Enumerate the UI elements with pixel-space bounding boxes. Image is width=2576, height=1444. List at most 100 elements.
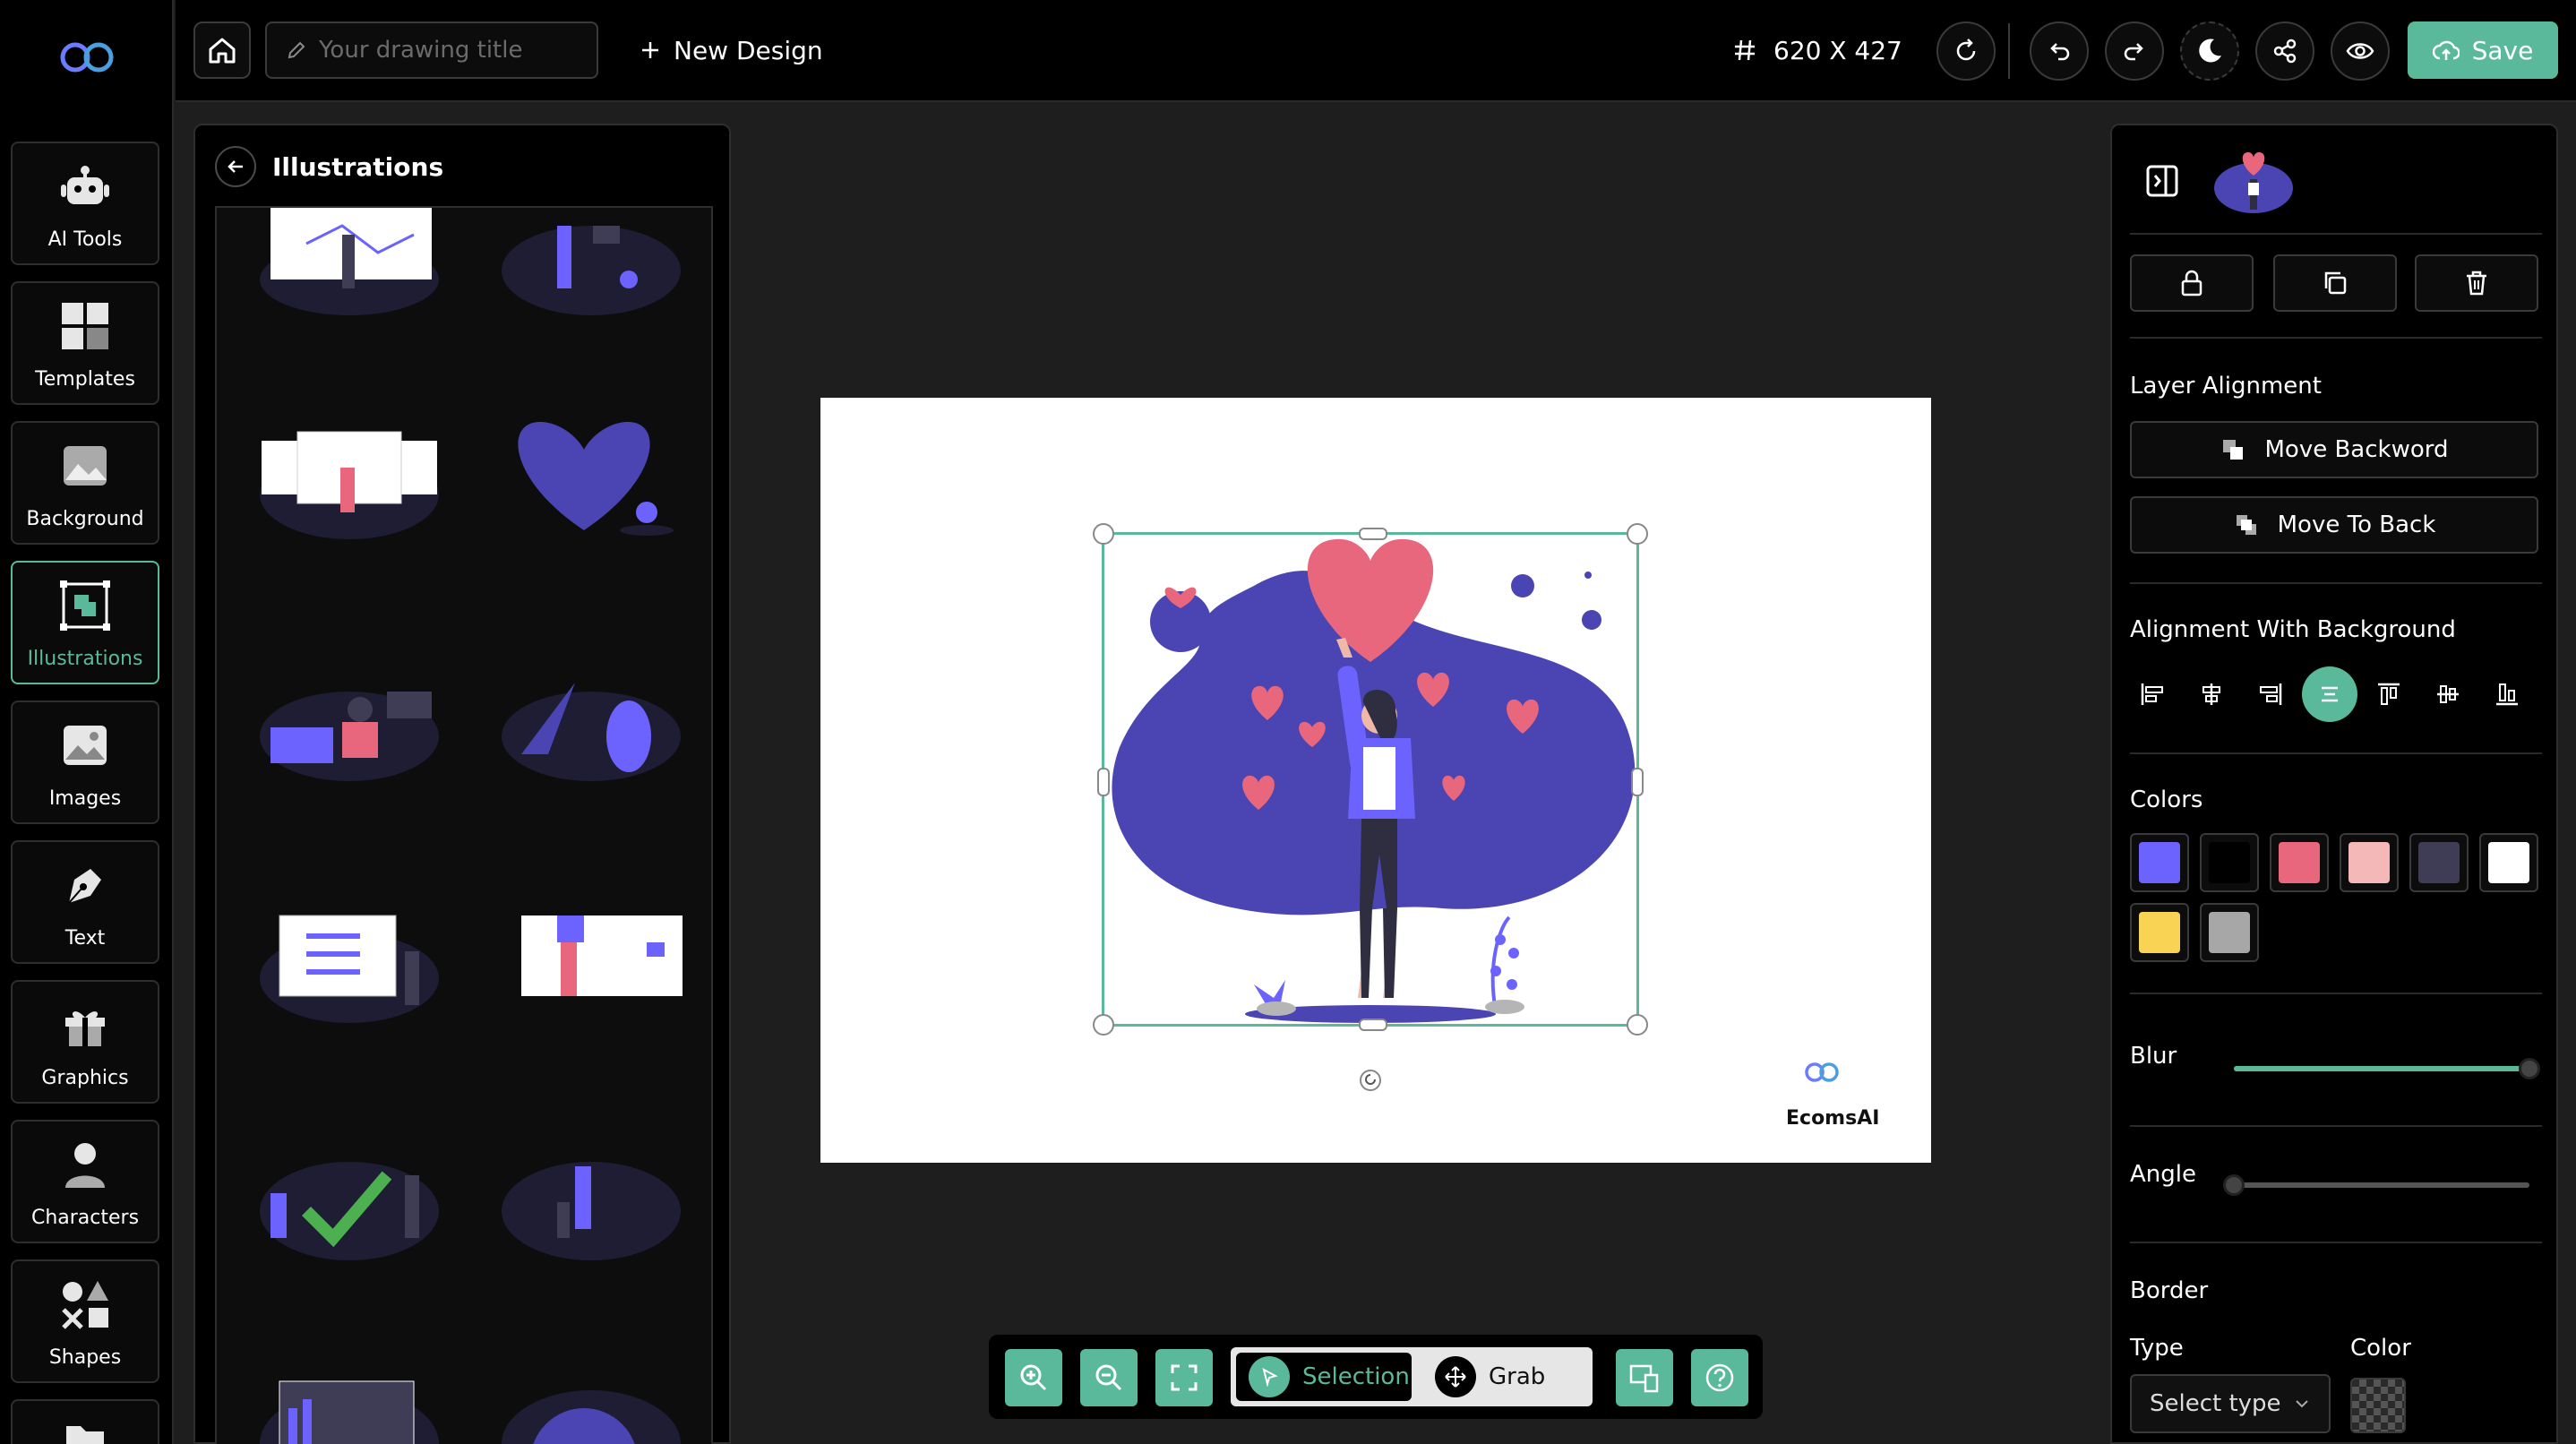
moon-icon <box>2199 39 2221 63</box>
selection-box[interactable] <box>1093 523 1648 1036</box>
resize-handle-top-left[interactable] <box>1093 523 1114 545</box>
color-swatch[interactable] <box>2200 833 2259 892</box>
color-swatch[interactable] <box>2130 903 2189 962</box>
resize-handle-top[interactable] <box>1359 528 1387 540</box>
collapse-panel-button[interactable] <box>2144 163 2180 199</box>
color-swatch[interactable] <box>2130 833 2189 892</box>
illustration-thumb-remote-work[interactable] <box>253 656 446 781</box>
save-label: Save <box>2471 35 2534 65</box>
panel-title: Illustrations <box>272 151 444 182</box>
sidebar-item-label: Images <box>48 787 122 810</box>
align-center-icon <box>2202 683 2220 705</box>
divider <box>2130 1125 2542 1127</box>
lock-layer-button[interactable] <box>2130 254 2254 312</box>
sidebar-item-characters[interactable]: Characters <box>11 1120 159 1243</box>
angle-slider-knob[interactable] <box>2223 1174 2245 1196</box>
new-design-button[interactable]: New Design <box>640 27 823 73</box>
layer-alignment-heading: Layer Alignment <box>2130 373 2322 400</box>
sidebar-item-more[interactable] <box>11 1399 159 1444</box>
illustration-thumb-checklist[interactable] <box>253 898 446 1023</box>
save-button[interactable]: Save <box>2408 21 2558 79</box>
illustration-thumb-sad-face[interactable] <box>494 1363 688 1444</box>
sidebar-item-label: Characters <box>30 1207 140 1229</box>
sidebar-item-illustrations[interactable]: Illustrations <box>11 561 159 684</box>
color-swatch[interactable] <box>2270 833 2329 892</box>
color-swatch[interactable] <box>2340 833 2399 892</box>
border-color-picker[interactable] <box>2350 1378 2406 1433</box>
resize-handle-bottom[interactable] <box>1359 1019 1387 1031</box>
illustration-thumb-skateboard[interactable] <box>494 1139 688 1265</box>
sidebar-item-label: Templates <box>35 368 135 391</box>
back-button[interactable] <box>215 146 256 187</box>
align-center-button[interactable] <box>2302 666 2357 722</box>
grab-label: Grab <box>1489 1363 1546 1390</box>
align-left-button[interactable] <box>2125 666 2180 722</box>
illustration-thumb-approved[interactable] <box>253 1139 446 1265</box>
align-top-icon <box>2378 683 2400 705</box>
align-top-button[interactable] <box>2361 666 2417 722</box>
drawing-title-input[interactable] <box>319 37 588 64</box>
selection-mode-button[interactable]: Selection <box>1236 1353 1412 1401</box>
align-right-button[interactable] <box>2243 666 2298 722</box>
illustrations-panel-header: Illustrations <box>215 145 443 188</box>
design-canvas[interactable]: EcomsAI <box>820 398 1931 1163</box>
angle-slider[interactable] <box>2223 1174 2529 1196</box>
fit-screen-button[interactable] <box>1155 1349 1213 1406</box>
color-swatch[interactable] <box>2409 833 2469 892</box>
blur-label: Blur <box>2130 1043 2177 1070</box>
color-swatch[interactable] <box>2479 833 2538 892</box>
resize-handle-top-right[interactable] <box>1627 523 1648 545</box>
sidebar-item-text[interactable]: Text <box>11 840 159 964</box>
move-to-back-button[interactable]: Move To Back <box>2130 496 2538 554</box>
sidebar-item-ai-tools[interactable]: AI Tools <box>11 142 159 265</box>
zoom-out-button[interactable] <box>1080 1349 1138 1406</box>
zoom-in-button[interactable] <box>1005 1349 1062 1406</box>
app-root: AI Tools Templates Background Illustrati… <box>0 0 2576 1444</box>
canvas-size-button[interactable]: 620 X 427 <box>1732 27 1902 73</box>
preview-button[interactable] <box>2331 21 2390 81</box>
color-swatch-fill <box>2139 912 2180 953</box>
resize-handle-bottom-right[interactable] <box>1627 1014 1648 1036</box>
illustration-thumb-analytics[interactable] <box>253 1363 446 1444</box>
illustration-thumb-heart-garden[interactable] <box>494 414 688 539</box>
border-type-select[interactable]: Select type <box>2130 1374 2331 1433</box>
illustration-thumb-shop[interactable] <box>494 898 688 1023</box>
align-bottom-button[interactable] <box>2479 666 2535 722</box>
undo-button[interactable] <box>2030 21 2089 81</box>
illustration-thumb-rocket[interactable] <box>494 656 688 781</box>
top-bar: New Design 620 X 427 <box>176 0 2576 102</box>
align-center-horizontal-button[interactable] <box>2184 666 2239 722</box>
robot-icon <box>61 166 109 204</box>
sidebar-item-templates[interactable]: Templates <box>11 281 159 405</box>
sidebar-item-graphics[interactable]: Graphics <box>11 980 159 1104</box>
blur-slider[interactable] <box>2234 1058 2540 1079</box>
resize-handle-bottom-left[interactable] <box>1093 1014 1114 1036</box>
dark-mode-toggle[interactable] <box>2180 21 2239 81</box>
rotate-handle-icon[interactable] <box>1358 1068 1383 1093</box>
responsive-preview-button[interactable] <box>1616 1349 1673 1406</box>
align-middle-vertical-button[interactable] <box>2420 666 2476 722</box>
help-button[interactable] <box>1691 1349 1748 1406</box>
sidebar-item-shapes[interactable]: Shapes <box>11 1259 159 1383</box>
delete-layer-button[interactable] <box>2415 254 2538 312</box>
sidebar-item-background[interactable]: Background <box>11 421 159 545</box>
move-backward-button[interactable]: Move Backword <box>2130 421 2538 478</box>
duplicate-layer-button[interactable] <box>2273 254 2397 312</box>
reset-button[interactable] <box>1936 21 1996 81</box>
illustration-thumb-filming[interactable] <box>494 206 688 315</box>
share-button[interactable] <box>2255 21 2314 81</box>
sidebar-item-images[interactable]: Images <box>11 701 159 824</box>
color-swatch[interactable] <box>2200 903 2259 962</box>
redo-button[interactable] <box>2105 21 2164 81</box>
illustrations-grid[interactable] <box>215 206 713 1444</box>
ecomsai-logo-icon[interactable] <box>56 38 118 77</box>
home-button[interactable] <box>193 21 251 79</box>
toolbar-divider <box>2008 23 2010 79</box>
illustration-thumb-presentation[interactable] <box>253 206 446 315</box>
illustration-thumb-dashboard[interactable] <box>253 414 446 539</box>
resize-handle-right[interactable] <box>1631 768 1644 796</box>
drawing-title-field[interactable] <box>265 21 598 79</box>
grab-mode-button[interactable]: Grab <box>1422 1353 1584 1401</box>
blur-slider-knob[interactable] <box>2519 1058 2540 1079</box>
resize-handle-left[interactable] <box>1097 768 1110 796</box>
